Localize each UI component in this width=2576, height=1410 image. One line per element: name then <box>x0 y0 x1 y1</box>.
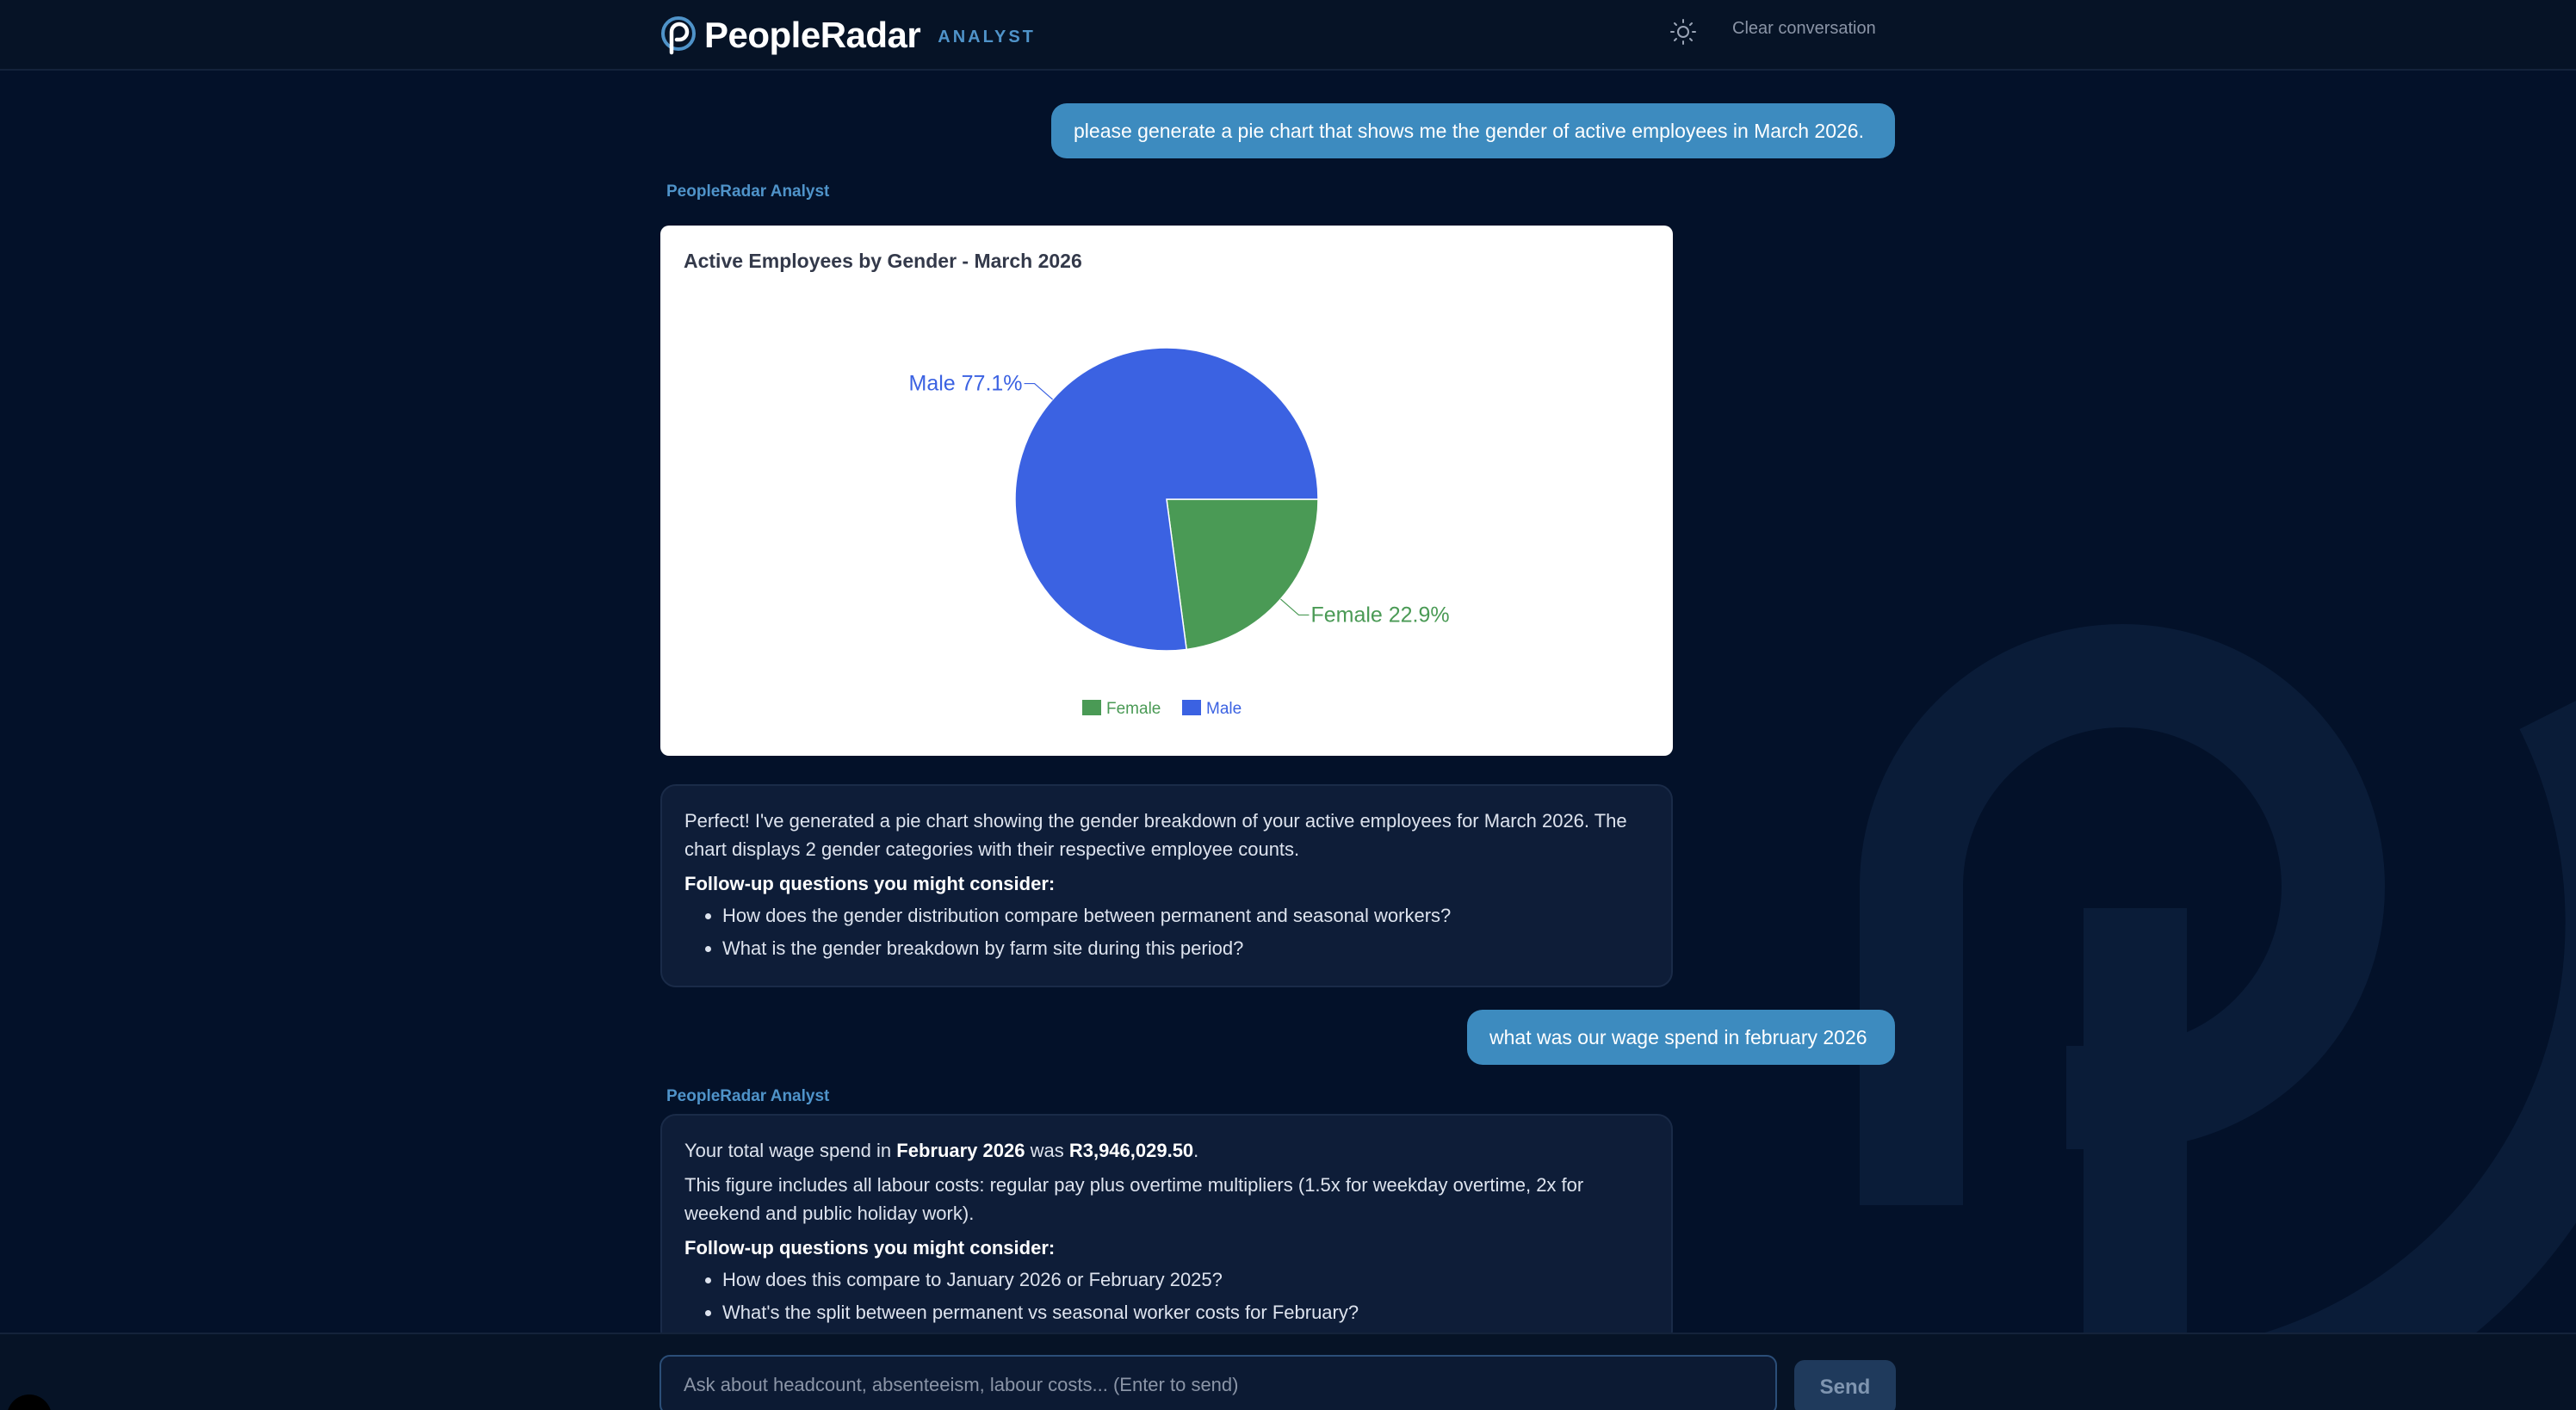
followup-item[interactable]: What is the gender breakdown by farm sit… <box>722 934 1649 962</box>
user-message-bubble: what was our wage spend in february 2026 <box>1467 1010 1895 1065</box>
message-text: Your total wage spend in February 2026 w… <box>684 1140 1199 1161</box>
pie-chart: Female 22.9% Male 77.1% Female Male <box>909 347 1450 718</box>
period-value: February 2026 <box>896 1140 1025 1161</box>
followup-list: How does this compare to January 2026 or… <box>722 1265 1649 1327</box>
legend-swatch[interactable] <box>1082 700 1101 715</box>
assistant-label: PeopleRadar Analyst <box>666 182 830 201</box>
watermark-logo <box>1860 624 2576 1410</box>
user-message-bubble: please generate a pie chart that shows m… <box>1051 103 1895 158</box>
pie-label-leader <box>1279 598 1310 616</box>
send-button[interactable]: Send <box>1794 1360 1896 1410</box>
pie-slice-female[interactable] <box>1166 498 1319 651</box>
sun-icon[interactable] <box>1669 17 1698 46</box>
brand-tag: ANALYST <box>938 27 1036 46</box>
pie-label: Male 77.1% <box>909 372 1023 396</box>
pie-label: Female 22.9% <box>1310 603 1449 627</box>
legend-label[interactable]: Male <box>1206 700 1242 718</box>
followup-item[interactable]: How does the gender distribution compare… <box>722 901 1649 930</box>
clear-conversation-button[interactable]: Clear conversation <box>1732 19 1876 39</box>
assistant-label: PeopleRadar Analyst <box>666 1087 830 1105</box>
assistant-message-card: Your total wage spend in February 2026 w… <box>660 1114 1673 1346</box>
legend-swatch[interactable] <box>1182 700 1201 715</box>
brand-logo-icon <box>661 16 696 55</box>
user-message-text: please generate a pie chart that shows m… <box>1074 119 1864 142</box>
followup-list: How does the gender distribution compare… <box>722 901 1649 962</box>
followup-title: Follow-up questions you might consider: <box>684 1237 1056 1258</box>
legend-label[interactable]: Female <box>1106 700 1161 718</box>
chart-card: Active Employees by Gender - March 2026 … <box>660 226 1673 756</box>
brand-name: PeopleRadar <box>704 15 921 55</box>
brand[interactable]: PeopleRadar ANALYST <box>659 9 1036 62</box>
user-message-text: what was our wage spend in february 2026 <box>1489 1025 1867 1048</box>
amount-value: R3,946,029.50 <box>1068 1140 1194 1161</box>
followup-item[interactable]: What's the split between permanent vs se… <box>722 1298 1649 1327</box>
chat-input[interactable] <box>659 1355 1777 1410</box>
followup-title: Follow-up questions you might consider: <box>684 873 1056 894</box>
assistant-message-card: Perfect! I've generated a pie chart show… <box>660 784 1673 987</box>
top-bar: PeopleRadar ANALYST Clear conversation <box>0 0 2576 71</box>
followup-item[interactable]: How does this compare to January 2026 or… <box>722 1265 1649 1294</box>
message-text: Perfect! I've generated a pie chart show… <box>684 810 1627 860</box>
message-text: This figure includes all labour costs: r… <box>684 1174 1584 1224</box>
pie-label-leader <box>1024 382 1054 400</box>
